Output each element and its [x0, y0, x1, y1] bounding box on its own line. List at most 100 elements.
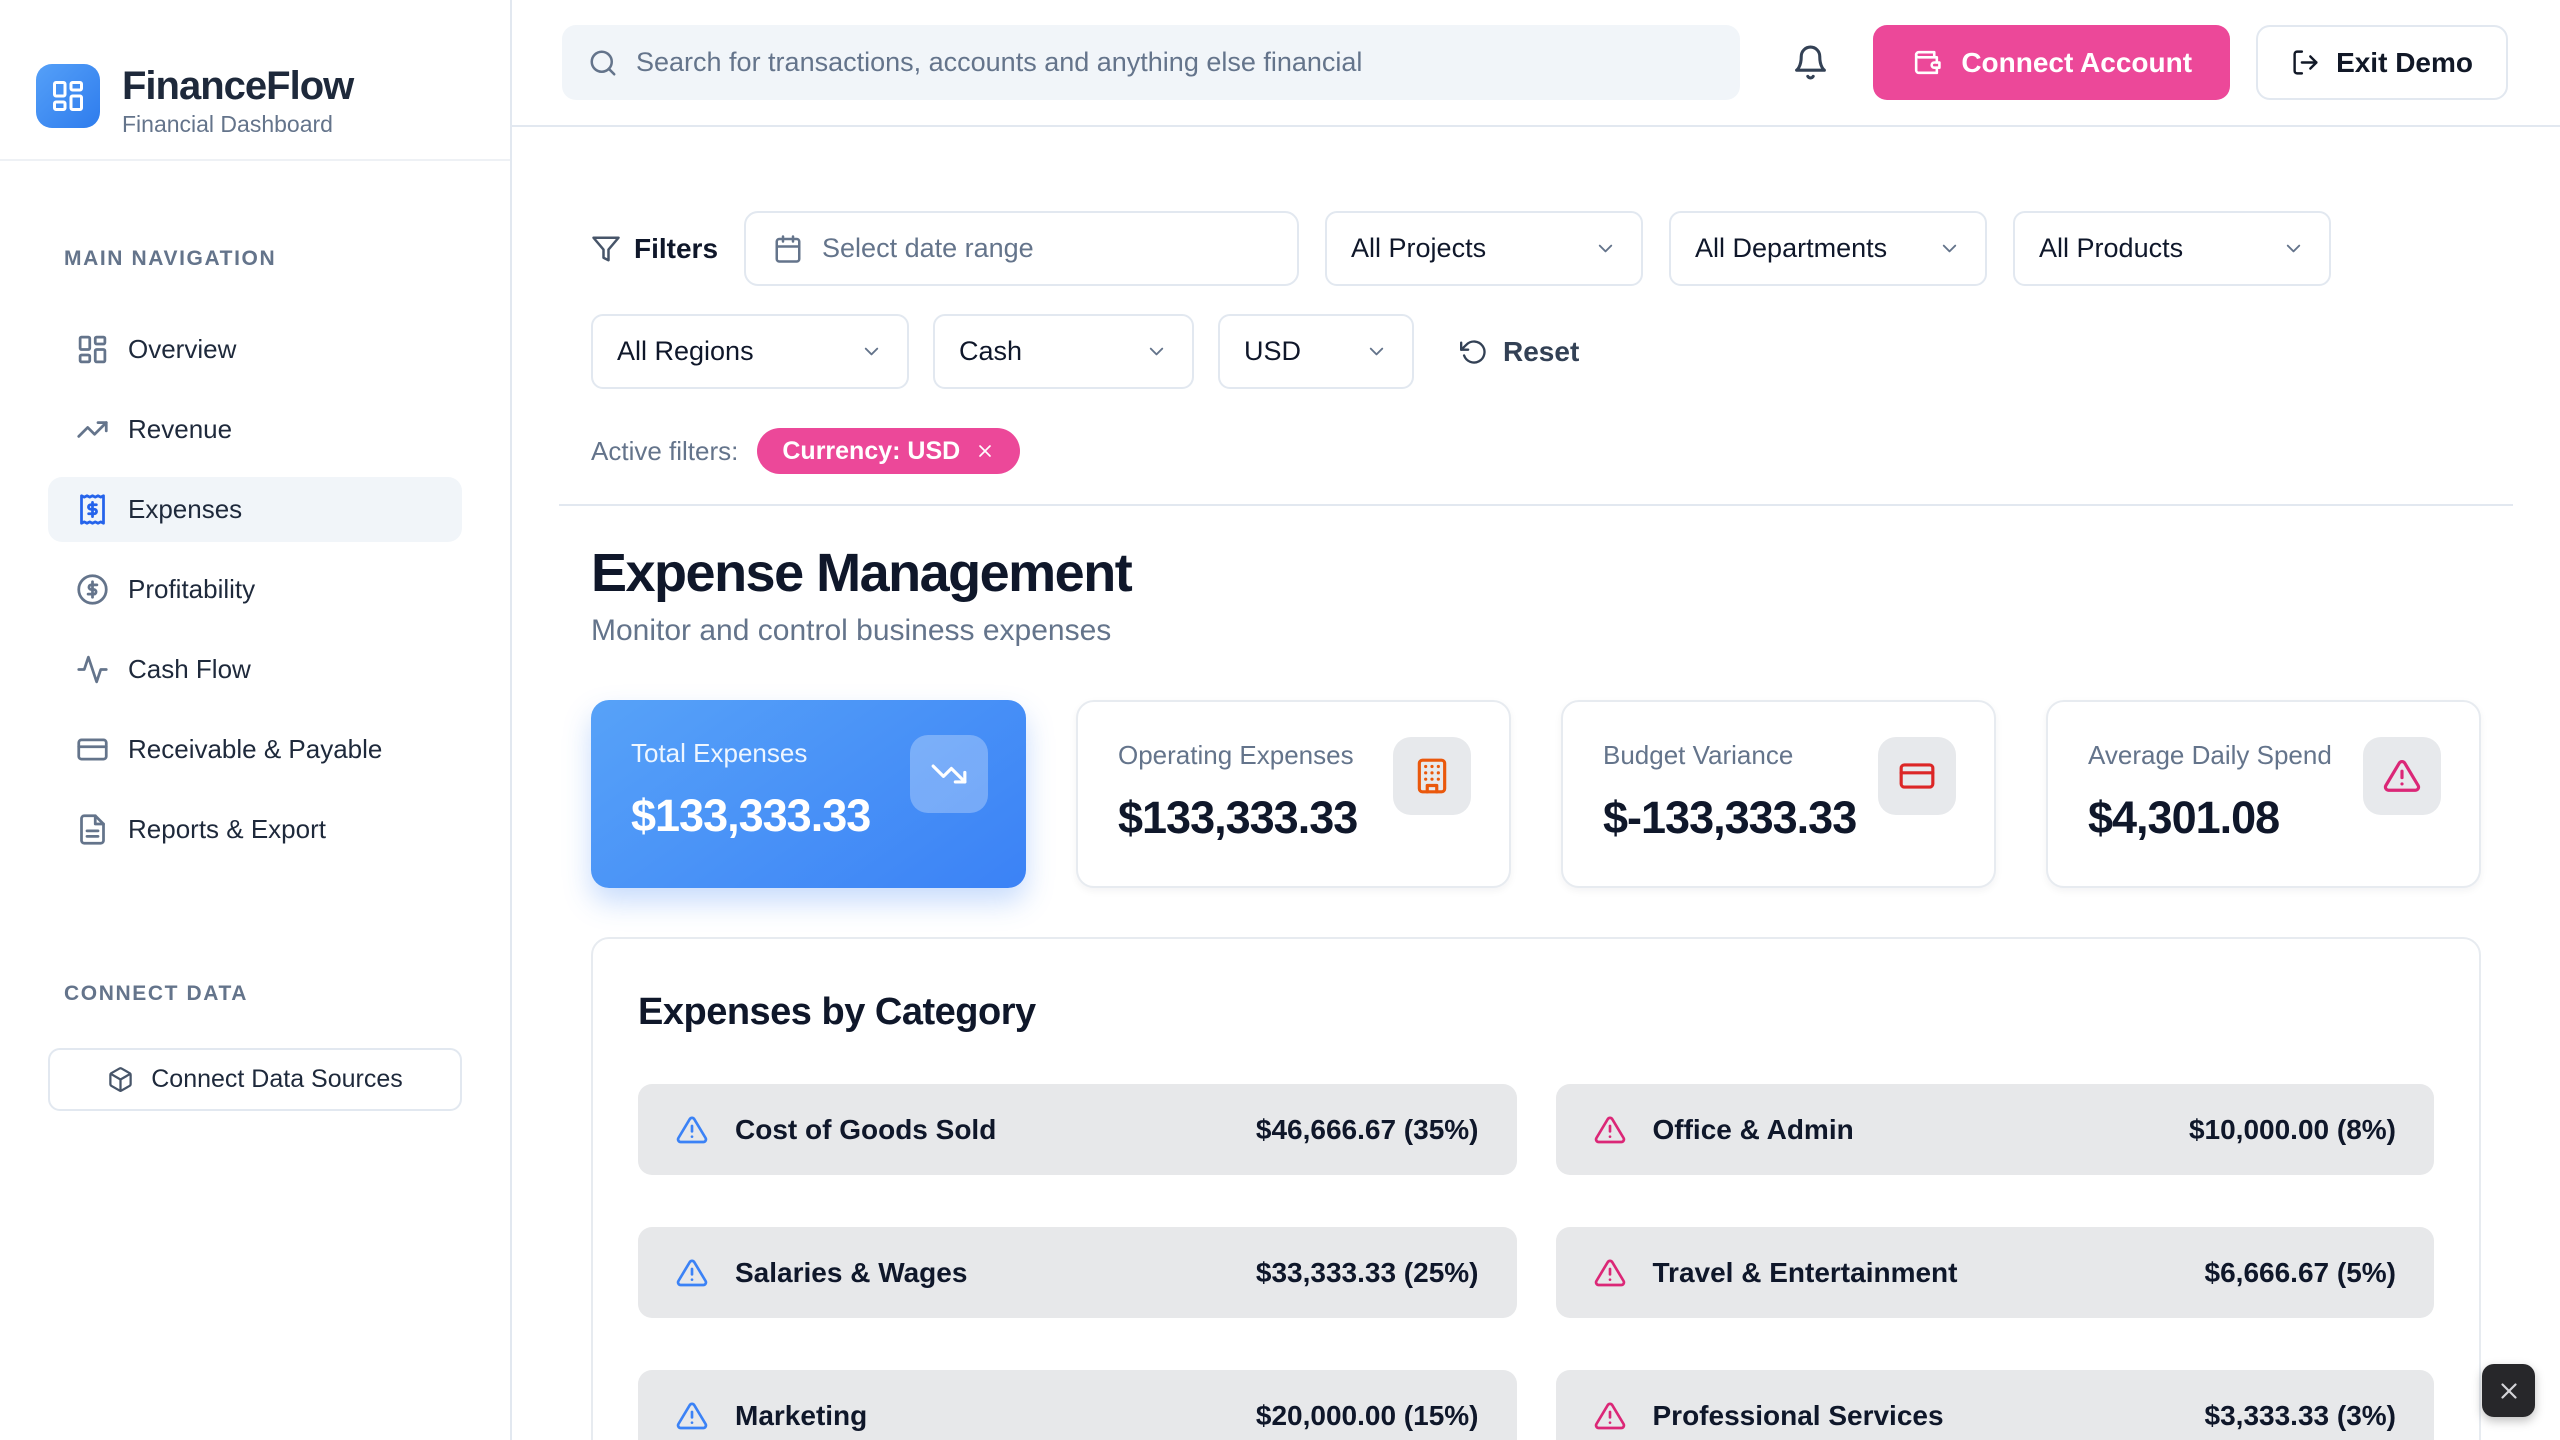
- trending-up-icon: [76, 413, 109, 446]
- projects-select-value: All Projects: [1351, 233, 1486, 264]
- credit-card-icon: [1898, 757, 1936, 795]
- products-select[interactable]: All Products: [2013, 211, 2331, 286]
- category-item[interactable]: Travel & Entertainment $6,666.67 (5%): [1556, 1227, 2435, 1318]
- stat-card-icon-box: [2363, 737, 2441, 815]
- brand-name: FinanceFlow: [122, 64, 353, 108]
- alert-triangle-icon: [676, 1257, 708, 1289]
- sidebar-item[interactable]: Overview: [48, 317, 462, 382]
- regions-select-value: All Regions: [617, 336, 754, 367]
- alert-triangle-icon: [2383, 757, 2421, 795]
- brand-logo: [36, 64, 100, 128]
- chevron-down-icon: [1365, 340, 1388, 363]
- category-value: $33,333.33 (25%): [1256, 1257, 1479, 1289]
- sidebar-item[interactable]: Receivable & Payable: [48, 717, 462, 782]
- date-range-input[interactable]: Select date range: [744, 211, 1299, 286]
- filters-title: Filters: [634, 233, 718, 265]
- expenses-by-category-title: Expenses by Category: [638, 991, 2434, 1034]
- stat-card[interactable]: Total Expenses $133,333.33: [591, 700, 1026, 888]
- stat-cards: Total Expenses $133,333.33 Operating Exp…: [591, 700, 2481, 888]
- section-divider: [559, 504, 2513, 506]
- dashboard-icon: [76, 333, 109, 366]
- category-name: Travel & Entertainment: [1653, 1257, 1958, 1289]
- category-item[interactable]: Salaries & Wages $33,333.33 (25%): [638, 1227, 1517, 1318]
- category-item[interactable]: Office & Admin $10,000.00 (8%): [1556, 1084, 2435, 1175]
- regions-select[interactable]: All Regions: [591, 314, 909, 389]
- chevron-down-icon: [1594, 237, 1617, 260]
- page-title: Expense Management: [591, 542, 2481, 604]
- category-item[interactable]: Professional Services $3,333.33 (3%): [1556, 1370, 2435, 1440]
- currency-select[interactable]: USD: [1218, 314, 1414, 389]
- exit-demo-label: Exit Demo: [2336, 47, 2473, 79]
- category-name: Cost of Goods Sold: [735, 1114, 996, 1146]
- alert-triangle-icon: [1594, 1257, 1626, 1289]
- date-range-placeholder: Select date range: [822, 233, 1034, 264]
- active-filters-label: Active filters:: [591, 436, 738, 467]
- payment-method-select[interactable]: Cash: [933, 314, 1194, 389]
- active-filter-chip[interactable]: Currency: USD: [757, 428, 1020, 474]
- sidebar-section-connect-data: CONNECT DATA: [64, 982, 462, 1006]
- exit-demo-button[interactable]: Exit Demo: [2256, 25, 2508, 100]
- category-name: Professional Services: [1653, 1400, 1944, 1432]
- app: FinanceFlow Financial Dashboard MAIN NAV…: [0, 0, 2560, 1440]
- search-box[interactable]: [562, 25, 1740, 100]
- active-filter-chip-label: Currency: USD: [782, 437, 960, 466]
- calendar-icon: [773, 234, 803, 264]
- stat-card[interactable]: Operating Expenses $133,333.33: [1076, 700, 1511, 888]
- sidebar-item-label: Profitability: [128, 574, 255, 605]
- category-name: Office & Admin: [1653, 1114, 1854, 1146]
- chevron-down-icon: [1938, 237, 1961, 260]
- currency-select-value: USD: [1244, 336, 1301, 367]
- projects-select[interactable]: All Projects: [1325, 211, 1643, 286]
- sidebar-item-label: Overview: [128, 334, 236, 365]
- funnel-icon: [591, 234, 621, 264]
- sidebar-item[interactable]: Reports & Export: [48, 797, 462, 862]
- chip-close-icon[interactable]: [975, 441, 995, 461]
- connect-data-sources-label: Connect Data Sources: [151, 1065, 403, 1094]
- category-item[interactable]: Marketing $20,000.00 (15%): [638, 1370, 1517, 1440]
- sidebar-connect-section: CONNECT DATA Connect Data Sources: [48, 982, 462, 1111]
- search-icon: [588, 48, 618, 78]
- receipt-icon: [76, 493, 109, 526]
- category-value: $20,000.00 (15%): [1256, 1400, 1479, 1432]
- reset-filters-button[interactable]: Reset: [1460, 336, 1579, 368]
- products-select-value: All Products: [2039, 233, 2183, 264]
- sidebar-item[interactable]: Expenses: [48, 477, 462, 542]
- sidebar-item-label: Receivable & Payable: [128, 734, 382, 765]
- brand-tagline: Financial Dashboard: [122, 111, 353, 138]
- page-subtitle: Monitor and control business expenses: [591, 614, 2481, 648]
- main-content: Filters Select date range All Projects A…: [512, 127, 2560, 1440]
- alert-triangle-icon: [676, 1114, 708, 1146]
- category-value: $3,333.33 (3%): [2205, 1400, 2396, 1432]
- category-item[interactable]: Cost of Goods Sold $46,666.67 (35%): [638, 1084, 1517, 1175]
- category-name: Marketing: [735, 1400, 867, 1432]
- file-text-icon: [76, 813, 109, 846]
- connect-data-sources-button[interactable]: Connect Data Sources: [48, 1048, 462, 1111]
- stat-card-icon-box: [1878, 737, 1956, 815]
- sidebar-item-label: Expenses: [128, 494, 242, 525]
- sidebar-item-label: Cash Flow: [128, 654, 251, 685]
- stat-card[interactable]: Budget Variance $-133,333.33: [1561, 700, 1996, 888]
- wallet-icon: [1911, 47, 1942, 78]
- category-grid: Cost of Goods Sold $46,666.67 (35%) Offi…: [638, 1084, 2434, 1440]
- expenses-by-category-card: Expenses by Category Cost of Goods Sold …: [591, 937, 2481, 1440]
- rotate-ccw-icon: [1460, 338, 1488, 366]
- close-button[interactable]: [2482, 1364, 2535, 1417]
- departments-select-value: All Departments: [1695, 233, 1887, 264]
- sidebar-item-label: Reports & Export: [128, 814, 326, 845]
- sidebar-item[interactable]: Profitability: [48, 557, 462, 622]
- active-filters-row: Active filters: Currency: USD: [591, 427, 2481, 475]
- category-value: $10,000.00 (8%): [2189, 1114, 2396, 1146]
- bell-icon[interactable]: [1792, 44, 1829, 81]
- sidebar-item[interactable]: Cash Flow: [48, 637, 462, 702]
- activity-icon: [76, 653, 109, 686]
- category-value: $46,666.67 (35%): [1256, 1114, 1479, 1146]
- stat-card[interactable]: Average Daily Spend $4,301.08: [2046, 700, 2481, 888]
- payment-method-value: Cash: [959, 336, 1022, 367]
- dashboard-icon: [50, 78, 86, 114]
- search-input[interactable]: [636, 47, 1714, 78]
- connect-account-button[interactable]: Connect Account: [1873, 25, 2230, 100]
- credit-card-icon: [76, 733, 109, 766]
- departments-select[interactable]: All Departments: [1669, 211, 1987, 286]
- sidebar-item[interactable]: Revenue: [48, 397, 462, 462]
- reset-label: Reset: [1503, 336, 1579, 368]
